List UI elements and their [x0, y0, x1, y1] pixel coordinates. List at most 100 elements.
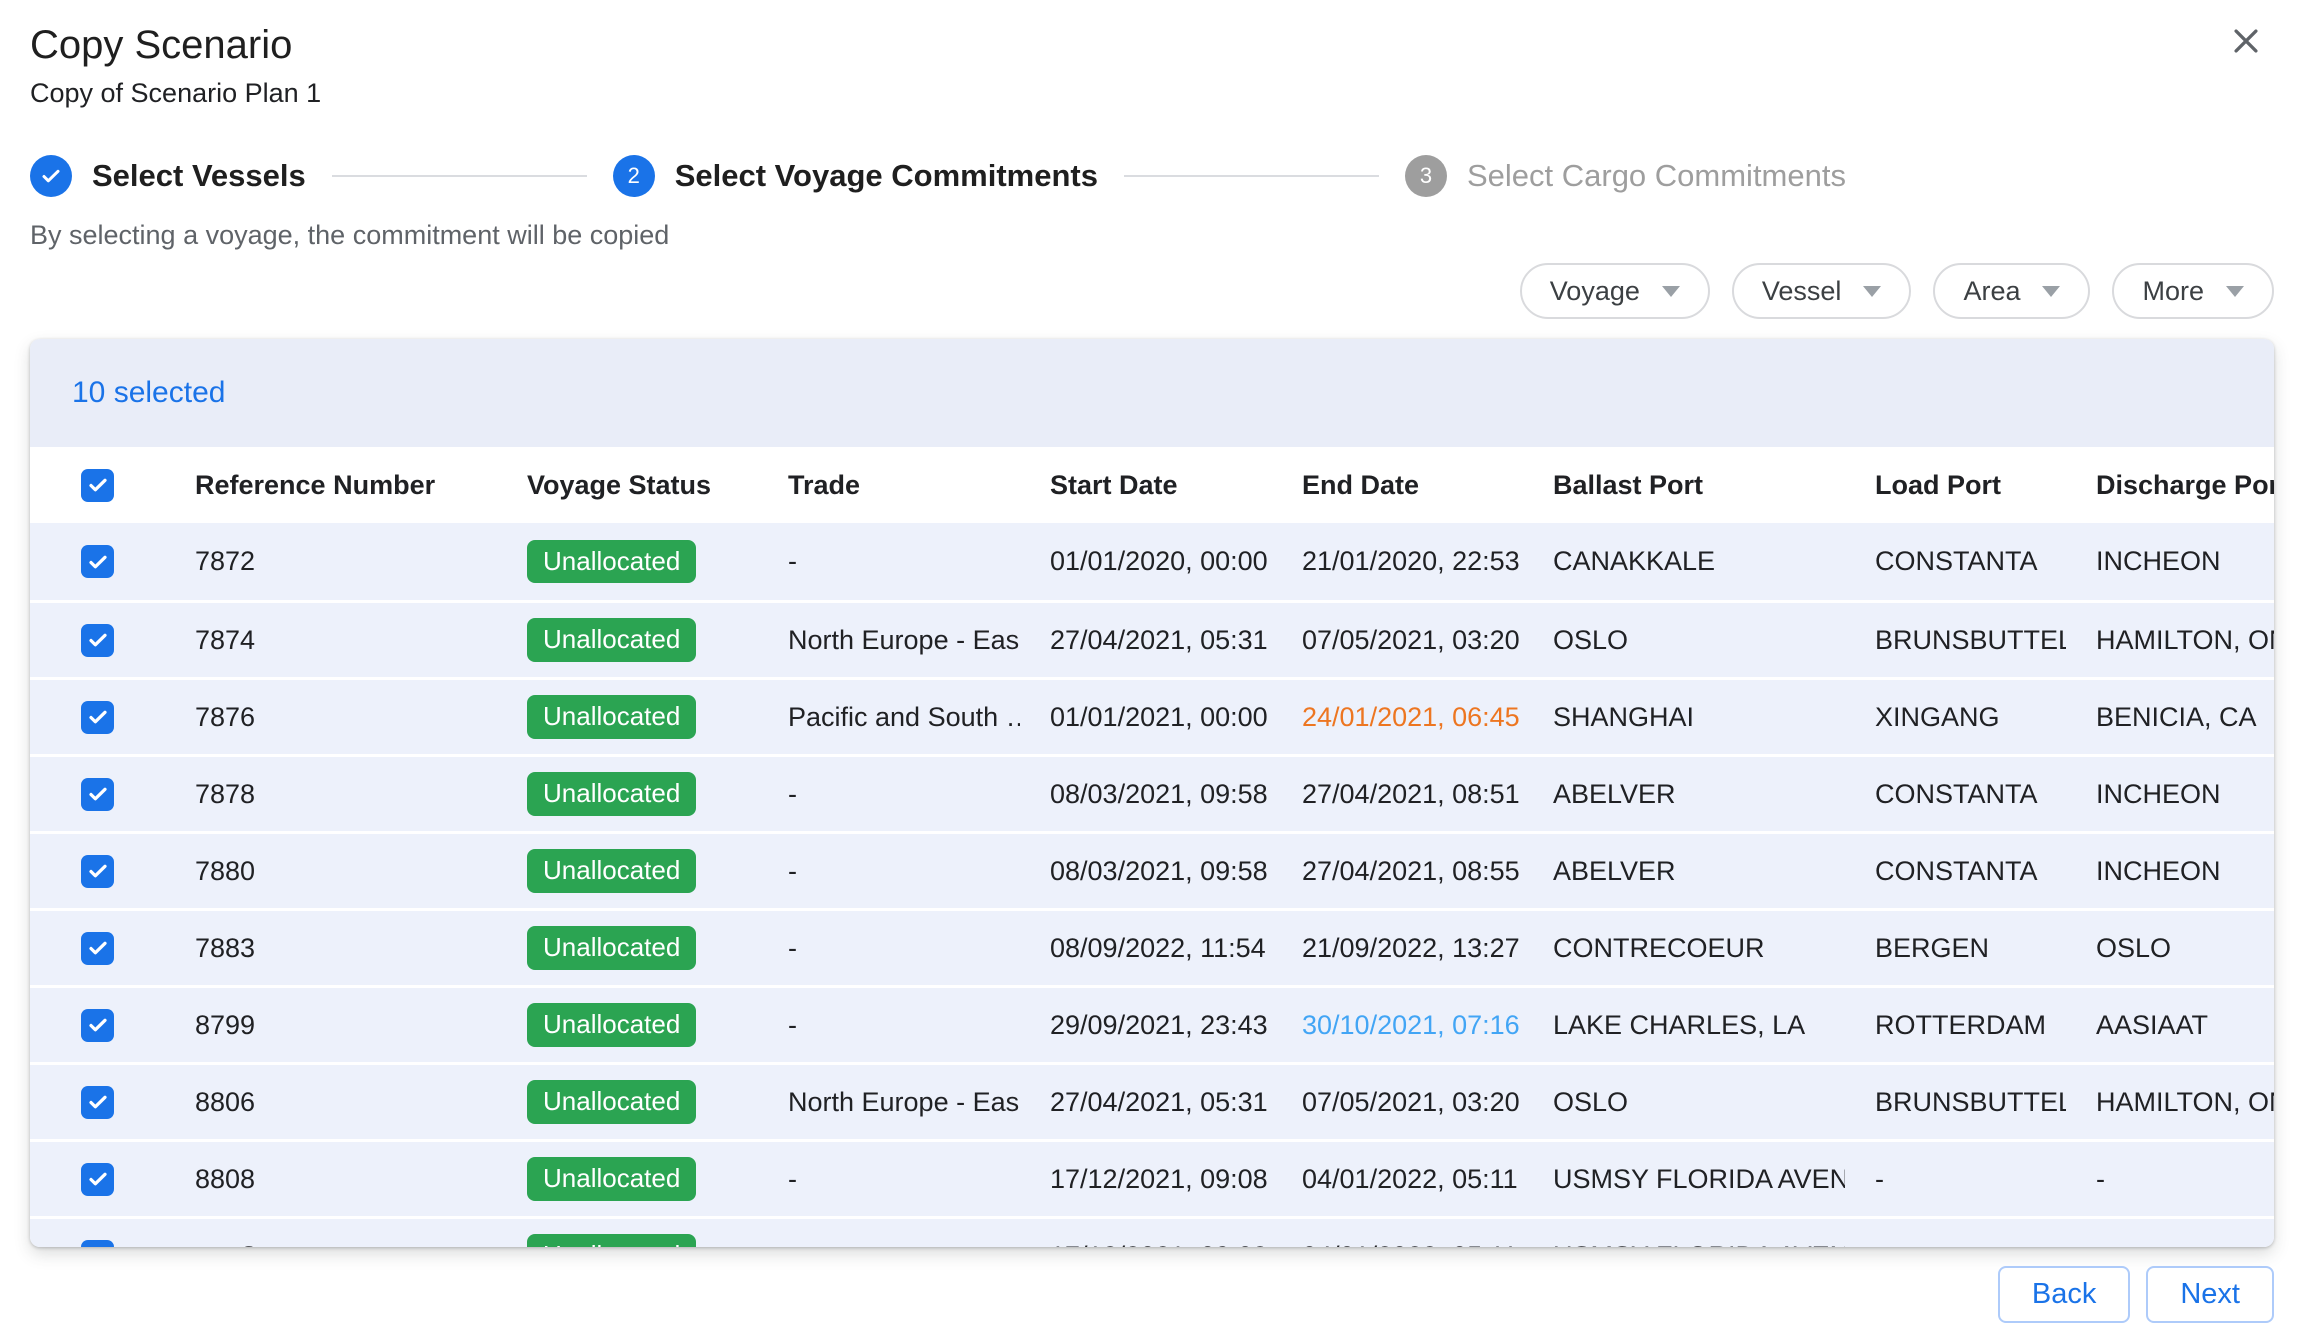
column-header-start-date: Start Date — [1020, 470, 1272, 501]
step-completed-check-icon — [30, 155, 72, 197]
cell-ballast-port: ABELVER — [1523, 779, 1845, 810]
voyage-status-badge: Unallocated — [527, 695, 696, 739]
close-icon — [2229, 24, 2263, 61]
cell-start-date: 17/12/2021, 09:08 — [1020, 1241, 1272, 1248]
table-row[interactable]: 7876 Unallocated Pacific and South … 01/… — [30, 677, 2274, 754]
filter-more-button[interactable]: More — [2112, 263, 2274, 319]
table-row[interactable]: 7878 Unallocated - 08/03/2021, 09:58 27/… — [30, 754, 2274, 831]
cell-start-date: 27/04/2021, 05:31 — [1020, 1087, 1272, 1118]
step-select-voyage-commitments[interactable]: 2 Select Voyage Commitments — [613, 155, 1098, 197]
cell-load-port: BERGEN — [1845, 933, 2066, 964]
cell-trade: - — [758, 933, 1020, 964]
cell-discharge-port: INCHEON — [2066, 546, 2274, 577]
column-header-reference-number: Reference Number — [165, 470, 497, 501]
cell-trade: - — [758, 779, 1020, 810]
cell-reference-number: 8799 — [165, 1010, 497, 1041]
cell-discharge-port: BENICIA, CA — [2066, 702, 2274, 733]
cell-trade: - — [758, 1241, 1020, 1248]
cell-reference-number: testCooo — [165, 1241, 497, 1248]
table-row[interactable]: 7883 Unallocated - 08/09/2022, 11:54 21/… — [30, 908, 2274, 985]
cell-end-date: 07/05/2021, 03:20 — [1272, 625, 1523, 656]
dialog-header: Copy Scenario Copy of Scenario Plan 1 — [0, 0, 2304, 110]
cell-ballast-port: OSLO — [1523, 625, 1845, 656]
filter-label: Voyage — [1550, 276, 1640, 307]
cell-load-port: ROTTERDAM — [1845, 1010, 2066, 1041]
selection-summary-bar: 10 selected — [30, 339, 2274, 447]
table-row[interactable]: 7880 Unallocated - 08/03/2021, 09:58 27/… — [30, 831, 2274, 908]
cell-discharge-port: - — [2066, 1164, 2274, 1195]
cell-discharge-port: HAMILTON, ON — [2066, 1087, 2274, 1118]
voyage-status-badge: Unallocated — [527, 1003, 696, 1047]
close-button[interactable] — [2224, 20, 2268, 64]
cell-start-date: 01/01/2020, 00:00 — [1020, 546, 1272, 577]
cell-ballast-port: LAKE CHARLES, LA — [1523, 1010, 1845, 1041]
cell-start-date: 29/09/2021, 23:43 — [1020, 1010, 1272, 1041]
cell-trade: Pacific and South … — [758, 702, 1020, 733]
row-checkbox[interactable] — [81, 624, 114, 657]
cell-end-date: 04/01/2022, 05:11 — [1272, 1241, 1523, 1248]
row-checkbox[interactable] — [81, 1086, 114, 1119]
cell-reference-number: 7883 — [165, 933, 497, 964]
cell-ballast-port: ABELVER — [1523, 856, 1845, 887]
table-header-row: Reference Number Voyage Status Trade Sta… — [30, 447, 2274, 523]
table-row[interactable]: 8808 Unallocated - 17/12/2021, 09:08 04/… — [30, 1139, 2274, 1216]
row-checkbox[interactable] — [81, 701, 114, 734]
voyage-status-badge: Unallocated — [527, 926, 696, 970]
voyage-status-badge: Unallocated — [527, 1234, 696, 1247]
table-row[interactable]: 8799 Unallocated - 29/09/2021, 23:43 30/… — [30, 985, 2274, 1062]
cell-trade: - — [758, 1010, 1020, 1041]
back-button[interactable]: Back — [1998, 1266, 2130, 1323]
filter-area-button[interactable]: Area — [1933, 263, 2090, 319]
table-body: 7872 Unallocated - 01/01/2020, 00:00 21/… — [30, 523, 2274, 1247]
cell-start-date: 01/01/2021, 00:00 — [1020, 702, 1272, 733]
cell-ballast-port: SHANGHAI — [1523, 702, 1845, 733]
chevron-down-icon — [2226, 286, 2244, 297]
step-label: Select Vessels — [92, 158, 306, 194]
cell-reference-number: 7874 — [165, 625, 497, 656]
cell-ballast-port: USMSY FLORIDA AVENUE — [1523, 1241, 1845, 1248]
cell-discharge-port: INCHEON — [2066, 779, 2274, 810]
voyage-status-badge: Unallocated — [527, 540, 696, 584]
next-button[interactable]: Next — [2146, 1266, 2274, 1323]
cell-reference-number: 7872 — [165, 546, 497, 577]
row-checkbox[interactable] — [81, 1163, 114, 1196]
cell-discharge-port: INCHEON — [2066, 856, 2274, 887]
filter-voyage-button[interactable]: Voyage — [1520, 263, 1710, 319]
column-header-voyage-status: Voyage Status — [497, 470, 758, 501]
table-row[interactable]: testCooo Unallocated - 17/12/2021, 09:08… — [30, 1216, 2274, 1247]
row-checkbox[interactable] — [81, 1009, 114, 1042]
cell-end-date: 30/10/2021, 07:16 — [1272, 1010, 1523, 1041]
step-label: Select Voyage Commitments — [675, 158, 1098, 194]
table-row[interactable]: 7872 Unallocated - 01/01/2020, 00:00 21/… — [30, 523, 2274, 600]
stepper: Select Vessels 2 Select Voyage Commitmen… — [0, 154, 2304, 198]
column-header-end-date: End Date — [1272, 470, 1523, 501]
row-checkbox[interactable] — [81, 545, 114, 578]
chevron-down-icon — [1863, 286, 1881, 297]
column-header-load-port: Load Port — [1845, 470, 2066, 501]
cell-discharge-port: HAMILTON, ON — [2066, 625, 2274, 656]
cell-start-date: 08/03/2021, 09:58 — [1020, 856, 1272, 887]
column-header-ballast-port: Ballast Port — [1523, 470, 1845, 501]
step-select-vessels[interactable]: Select Vessels — [30, 155, 306, 197]
cell-end-date: 21/01/2020, 22:53 — [1272, 546, 1523, 577]
cell-end-date: 27/04/2021, 08:55 — [1272, 856, 1523, 887]
table-row[interactable]: 7874 Unallocated North Europe - Eas… 27/… — [30, 600, 2274, 677]
table-row[interactable]: 8806 Unallocated North Europe - Eas… 27/… — [30, 1062, 2274, 1139]
row-checkbox[interactable] — [81, 855, 114, 888]
row-checkbox[interactable] — [81, 1240, 114, 1248]
filter-vessel-button[interactable]: Vessel — [1732, 263, 1912, 319]
row-checkbox[interactable] — [81, 932, 114, 965]
filter-bar: Voyage Vessel Area More — [0, 263, 2304, 319]
cell-ballast-port: USMSY FLORIDA AVENUE — [1523, 1164, 1845, 1195]
cell-trade: - — [758, 1164, 1020, 1195]
row-checkbox[interactable] — [81, 778, 114, 811]
cell-end-date: 07/05/2021, 03:20 — [1272, 1087, 1523, 1118]
voyage-status-badge: Unallocated — [527, 1080, 696, 1124]
stepper-helper-text: By selecting a voyage, the commitment wi… — [0, 220, 2304, 251]
dialog-subtitle: Copy of Scenario Plan 1 — [30, 76, 2274, 110]
cell-load-port: CONSTANTA — [1845, 856, 2066, 887]
cell-load-port: BRUNSBUTTEL — [1845, 625, 2066, 656]
column-header-discharge-port: Discharge Port — [2066, 470, 2274, 501]
select-all-checkbox[interactable] — [81, 469, 114, 502]
voyage-status-badge: Unallocated — [527, 772, 696, 816]
